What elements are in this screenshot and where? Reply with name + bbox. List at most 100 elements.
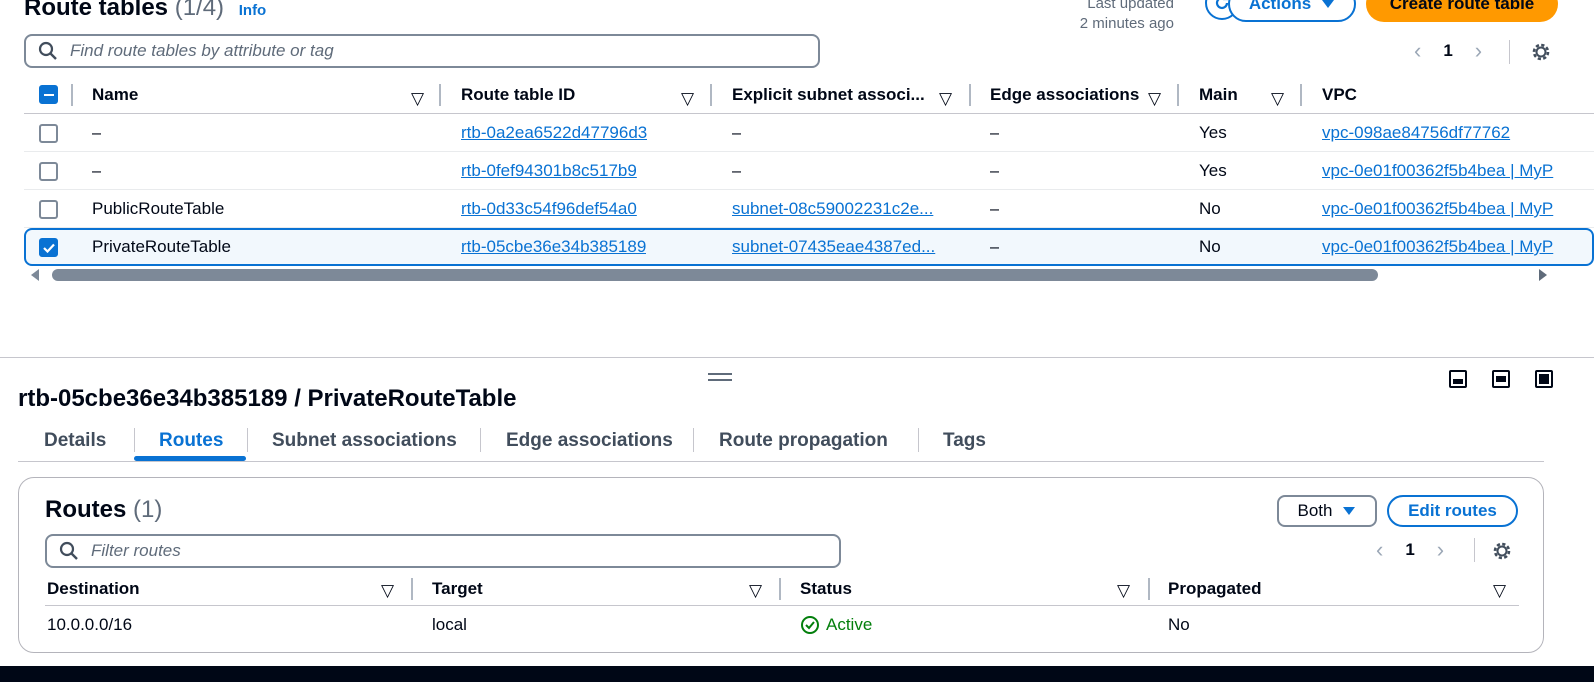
scroll-left-icon[interactable]: [30, 269, 40, 281]
vpc-link[interactable]: vpc-0e01f00362f5b4bea | MyP: [1322, 228, 1558, 266]
column-separator: [1177, 84, 1179, 106]
sort-icon[interactable]: ▽: [749, 581, 762, 601]
col-status-header[interactable]: Status: [800, 572, 852, 606]
prev-page-icon[interactable]: ‹: [1414, 38, 1421, 64]
col-edge-header[interactable]: Edge associations: [990, 76, 1139, 114]
divider: [1474, 538, 1475, 562]
last-updated-label: Last updated: [1087, 0, 1174, 12]
row-checkbox-checked[interactable]: [39, 238, 58, 257]
col-subnet-header[interactable]: Explicit subnet associ...: [732, 76, 925, 114]
settings-gear-icon[interactable]: [1491, 540, 1513, 562]
route-tables-table: Name ▽ Route table ID ▽ Explicit subnet …: [24, 76, 1594, 266]
tab-route-propagation[interactable]: Route propagation: [719, 420, 888, 462]
last-updated: Last updated 2 minutes ago: [1080, 0, 1174, 34]
cell-name: PublicRouteTable: [92, 199, 225, 218]
subnet-link[interactable]: subnet-07435eae4387ed...: [732, 228, 952, 266]
search-field[interactable]: [24, 34, 820, 68]
col-target-header[interactable]: Target: [432, 572, 483, 606]
sort-icon[interactable]: ▽: [1271, 89, 1284, 109]
sort-icon[interactable]: ▽: [681, 89, 694, 109]
sort-icon[interactable]: ▽: [1148, 89, 1161, 109]
column-separator: [969, 84, 971, 106]
settings-gear-icon[interactable]: [1530, 41, 1552, 63]
col-name-header[interactable]: Name: [92, 76, 138, 114]
row-checkbox[interactable]: [39, 124, 58, 143]
col-propagated-header[interactable]: Propagated: [1168, 572, 1262, 606]
col-main-header[interactable]: Main: [1199, 76, 1238, 114]
tab-separator: [480, 428, 481, 452]
routes-page-number[interactable]: 1: [1405, 540, 1414, 560]
tab-subnet-associations[interactable]: Subnet associations: [272, 420, 457, 462]
col-status-label: Status: [800, 579, 852, 598]
cell-edge: –: [990, 123, 1000, 142]
create-route-table-button[interactable]: Create route table: [1366, 0, 1558, 22]
table-row[interactable]: – rtb-0a2ea6522d47796d3 – – Yes vpc-098a…: [24, 114, 1594, 152]
row-checkbox[interactable]: [39, 200, 58, 219]
sort-icon[interactable]: ▽: [939, 89, 952, 109]
page-title: Route tables (1/4) Info: [24, 0, 266, 22]
page-number[interactable]: 1: [1443, 41, 1452, 61]
routes-container: Routes (1) Both Edit routes ‹ 1 › Destin…: [18, 477, 1544, 653]
col-name-label: Name: [92, 85, 139, 104]
filter-routes-field[interactable]: [45, 534, 841, 568]
routes-pagination: ‹ 1 ›: [1376, 537, 1444, 563]
route-table-id-link[interactable]: rtb-0d33c54f96def54a0: [461, 190, 637, 228]
scroll-right-icon[interactable]: [1538, 269, 1548, 281]
column-separator: [411, 578, 413, 600]
tab-edge-associations[interactable]: Edge associations: [506, 420, 673, 462]
col-edge-label: Edge associations: [990, 85, 1140, 104]
sort-icon[interactable]: ▽: [1117, 581, 1130, 601]
next-page-icon[interactable]: ›: [1437, 537, 1444, 563]
cell-subnet: –: [732, 123, 742, 142]
routes-count: (1): [133, 496, 163, 523]
sort-icon[interactable]: ▽: [1493, 581, 1506, 601]
routes-title: Routes (1): [45, 496, 162, 524]
col-subnet-label: Explicit subnet associ...: [732, 85, 925, 104]
route-table-id-link[interactable]: rtb-0a2ea6522d47796d3: [461, 114, 647, 152]
prev-page-icon[interactable]: ‹: [1376, 537, 1383, 563]
col-vpc-header[interactable]: VPC: [1322, 76, 1357, 114]
cell-main: No: [1199, 199, 1221, 218]
edit-routes-button[interactable]: Edit routes: [1387, 495, 1518, 527]
cell-destination: 10.0.0.0/16: [47, 615, 133, 634]
sort-icon[interactable]: ▽: [411, 89, 424, 109]
col-destination-header[interactable]: Destination: [47, 572, 140, 606]
route-table-id-link[interactable]: rtb-05cbe36e34b385189: [461, 228, 646, 266]
panel-full-icon[interactable]: [1535, 370, 1553, 388]
vpc-link[interactable]: vpc-0e01f00362f5b4bea | MyP: [1322, 190, 1558, 228]
table-row-selected[interactable]: PrivateRouteTable rtb-05cbe36e34b385189 …: [24, 228, 1594, 266]
info-link[interactable]: Info: [239, 2, 267, 19]
table-row[interactable]: – rtb-0fef94301b8c517b9 – – Yes vpc-0e01…: [24, 152, 1594, 190]
row-checkbox[interactable]: [39, 162, 58, 181]
next-page-icon[interactable]: ›: [1475, 38, 1482, 64]
tab-details[interactable]: Details: [44, 420, 106, 462]
panel-bottom-icon[interactable]: [1449, 370, 1467, 388]
table-row[interactable]: 10.0.0.0/16 local Active No: [45, 606, 1519, 644]
col-id-header[interactable]: Route table ID: [461, 76, 575, 114]
vpc-link[interactable]: vpc-098ae84756df77762: [1322, 114, 1558, 152]
minus-icon: [43, 93, 54, 96]
scrollbar-thumb[interactable]: [52, 269, 1378, 281]
column-separator: [1148, 578, 1150, 600]
create-route-table-label: Create route table: [1389, 0, 1535, 13]
search-icon: [38, 41, 57, 60]
select-all-checkbox[interactable]: [39, 85, 58, 104]
subnet-link[interactable]: subnet-08c59002231c2e...: [732, 190, 952, 228]
panel-side-icon[interactable]: [1492, 370, 1510, 388]
actions-button[interactable]: Actions: [1228, 0, 1356, 22]
tab-tags[interactable]: Tags: [943, 420, 986, 462]
resize-handle-icon[interactable]: [708, 373, 732, 381]
horizontal-scrollbar[interactable]: [28, 266, 1558, 284]
column-separator: [779, 578, 781, 600]
search-input[interactable]: [68, 40, 770, 62]
route-table-id-link[interactable]: rtb-0fef94301b8c517b9: [461, 152, 637, 190]
col-vpc-label: VPC: [1322, 85, 1357, 104]
col-id-label: Route table ID: [461, 85, 576, 104]
filter-routes-input[interactable]: [89, 540, 791, 562]
sort-icon[interactable]: ▽: [381, 581, 394, 601]
last-updated-value: 2 minutes ago: [1079, 15, 1174, 32]
filter-select[interactable]: Both: [1277, 495, 1377, 527]
vpc-link[interactable]: vpc-0e01f00362f5b4bea | MyP: [1322, 152, 1558, 190]
check-icon: [42, 243, 55, 253]
table-row[interactable]: PublicRouteTable rtb-0d33c54f96def54a0 s…: [24, 190, 1594, 228]
